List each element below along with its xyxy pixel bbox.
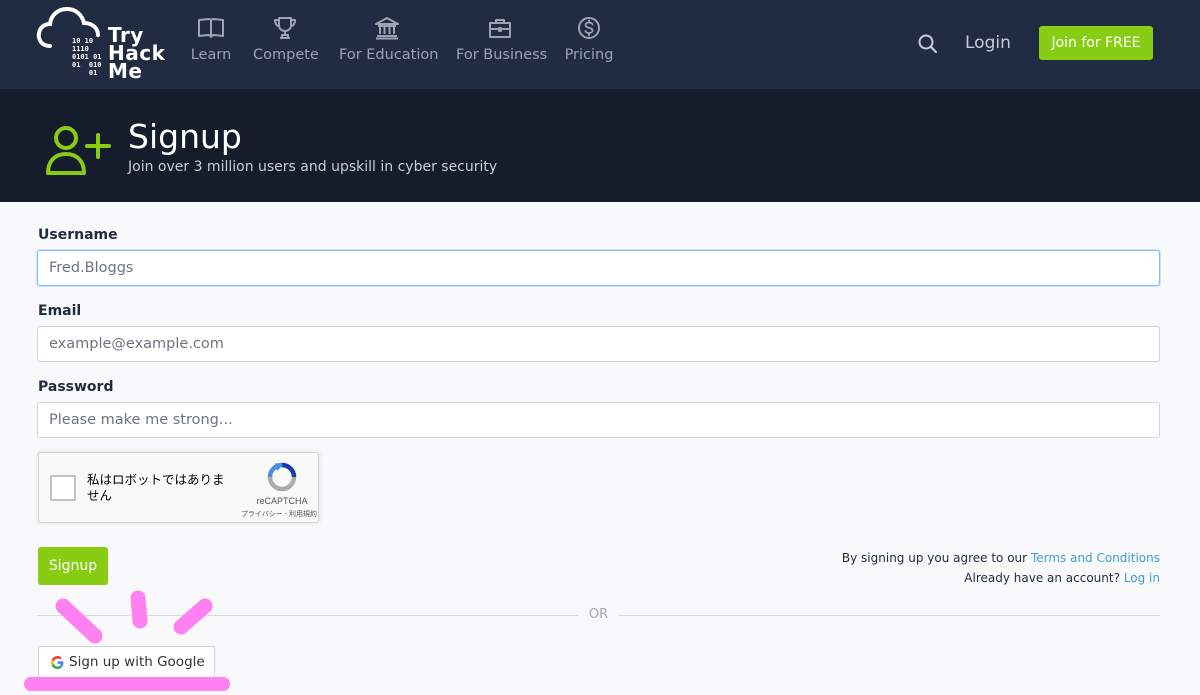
- page-title: Signup: [128, 117, 242, 156]
- divider-line-right: [619, 615, 1160, 616]
- recaptcha-brand: reCAPTCHA: [256, 496, 308, 506]
- or-label: OR: [588, 607, 609, 622]
- google-signup-button[interactable]: Sign up with Google: [38, 646, 215, 678]
- nav-learn-label: Learn: [190, 47, 232, 63]
- book-icon: [190, 16, 232, 42]
- nav-for-business-label: For Business: [456, 47, 548, 63]
- google-g-icon: [51, 656, 64, 674]
- nav-pricing[interactable]: Pricing: [564, 16, 614, 72]
- nav-learn[interactable]: Learn: [190, 16, 232, 72]
- logo-wordmark: Try Hack Me: [108, 23, 166, 83]
- dollar-coin-icon: [564, 16, 614, 42]
- recaptcha-logo-icon: [266, 461, 298, 498]
- terms-line: By signing up you agree to our Terms and…: [842, 548, 1160, 568]
- account-line: Already have an account? Log in: [842, 568, 1160, 588]
- login-inline-link[interactable]: Log in: [1124, 571, 1160, 585]
- page-subtitle: Join over 3 million users and upskill in…: [128, 159, 498, 175]
- logo-binary: 10 10 1110 0101 01 01 010 01: [72, 37, 102, 77]
- email-label: Email: [38, 303, 82, 319]
- recaptcha-label: 私はロボットではありません: [87, 472, 225, 503]
- recaptcha-checkbox[interactable]: [50, 475, 76, 501]
- top-navbar: 10 10 1110 0101 01 01 010 01 Try Hack Me…: [0, 0, 1200, 89]
- join-for-free-button[interactable]: Join for FREE: [1039, 26, 1153, 60]
- nav-for-education-label: For Education: [339, 47, 439, 63]
- recaptcha-privacy-terms-links[interactable]: プライバシー - 利用規約: [225, 509, 317, 519]
- terms-notice: By signing up you agree to our Terms and…: [842, 548, 1160, 588]
- nav-for-education[interactable]: For Education: [339, 16, 439, 72]
- nav-pricing-label: Pricing: [564, 47, 614, 63]
- nav-compete-label: Compete: [253, 47, 319, 63]
- username-input[interactable]: [37, 250, 1160, 286]
- nav-compete[interactable]: Compete: [253, 16, 319, 72]
- terms-and-conditions-link[interactable]: Terms and Conditions: [1031, 551, 1160, 565]
- trophy-icon: [253, 16, 317, 42]
- account-prefix: Already have an account?: [964, 571, 1120, 585]
- nav-for-business[interactable]: For Business: [456, 16, 548, 72]
- page-banner: Signup Join over 3 million users and ups…: [0, 89, 1200, 202]
- password-label: Password: [38, 379, 114, 395]
- recaptcha-widget: 私はロボットではありません reCAPTCHA プライバシー - 利用規約: [38, 452, 319, 523]
- divider-line-left: [37, 615, 578, 616]
- password-input[interactable]: [37, 402, 1160, 438]
- signup-button[interactable]: Signup: [38, 547, 108, 585]
- or-divider: OR: [37, 606, 1160, 624]
- tryhackme-logo[interactable]: 10 10 1110 0101 01 01 010 01 Try Hack Me: [36, 6, 166, 82]
- search-icon[interactable]: [916, 32, 940, 56]
- user-plus-icon: [44, 123, 112, 184]
- institution-icon: [339, 16, 435, 42]
- briefcase-icon: [456, 16, 543, 42]
- terms-prefix: By signing up you agree to our: [841, 551, 1028, 565]
- email-input[interactable]: [37, 326, 1160, 362]
- google-signup-label: Sign up with Google: [69, 654, 205, 670]
- login-link[interactable]: Login: [965, 33, 1011, 53]
- username-label: Username: [38, 227, 118, 243]
